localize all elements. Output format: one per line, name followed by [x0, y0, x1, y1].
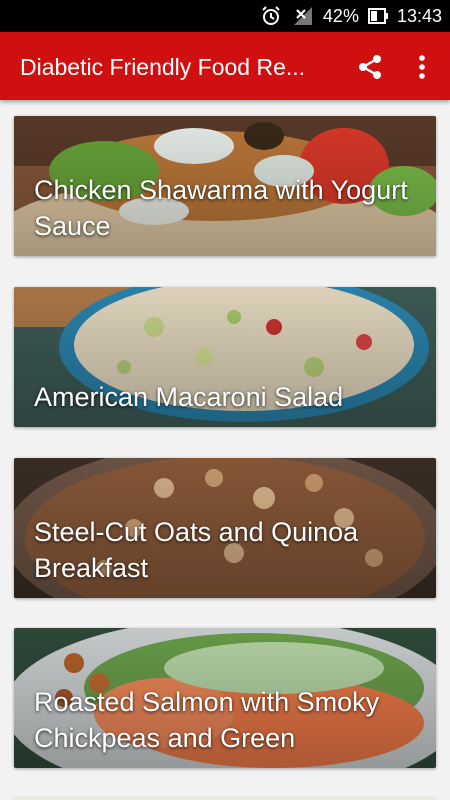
recipe-card-chicken-shawarma[interactable]: Chicken Shawarma with Yogurt Sauce — [14, 116, 436, 256]
alarm-icon — [262, 6, 280, 25]
recipe-title: Steel-Cut Oats and Quinoa Breakfast — [34, 517, 359, 583]
app-toolbar: Diabetic Friendly Food Re... — [0, 32, 450, 100]
battery-icon — [367, 8, 388, 24]
status-icons: 42% 13:43 — [259, 0, 442, 32]
no-signal-icon — [293, 7, 312, 25]
clock: 13:43 — [396, 5, 442, 26]
recipe-title: Chicken Shawarma with Yogurt Sauce — [34, 175, 408, 241]
recipe-card-steel-cut-oats[interactable]: Steel-Cut Oats and Quinoa Breakfast — [14, 458, 436, 598]
recipe-card-roasted-salmon[interactable]: Roasted Salmon with Smoky Chickpeas and … — [14, 628, 436, 768]
recipe-list: Chicken Shawarma with Yogurt Sauce Ameri… — [0, 100, 450, 800]
recipe-card-macaroni-salad[interactable]: American Macaroni Salad — [14, 287, 436, 427]
recipe-title: Roasted Salmon with Smoky Chickpeas and … — [34, 687, 380, 753]
recipe-title: American Macaroni Salad — [34, 382, 344, 412]
overflow-menu-icon[interactable] — [412, 53, 432, 81]
app-title: Diabetic Friendly Food Re... — [20, 54, 306, 80]
battery-percent: 42% — [322, 5, 359, 26]
status-bar: 42% 13:43 — [0, 0, 450, 32]
share-icon[interactable] — [356, 53, 384, 81]
